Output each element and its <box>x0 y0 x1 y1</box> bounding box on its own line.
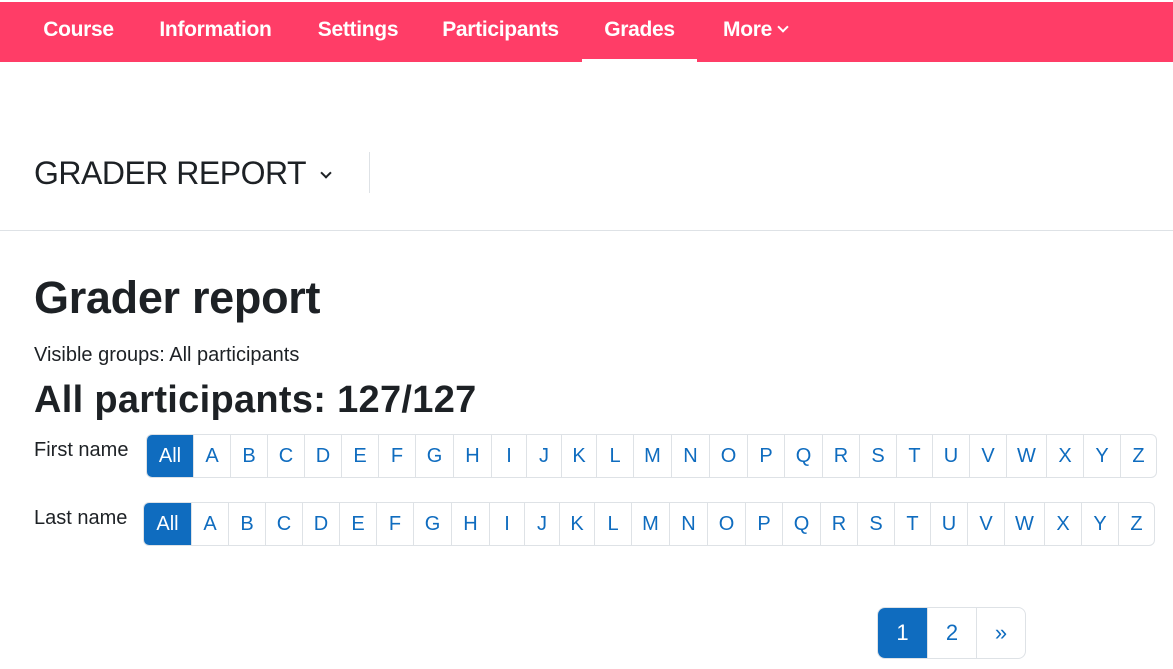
nav-item-grades[interactable]: Grades <box>582 0 697 62</box>
last-name-initial-f[interactable]: F <box>376 503 413 545</box>
last-name-initial-z[interactable]: Z <box>1118 503 1154 545</box>
last-name-initial-w[interactable]: W <box>1004 503 1044 545</box>
header-divider <box>0 230 1173 231</box>
first-name-initial-g[interactable]: G <box>415 435 453 477</box>
last-name-initial-l[interactable]: L <box>594 503 631 545</box>
page-link-1[interactable]: 1 <box>878 608 927 658</box>
first-name-initial-l[interactable]: L <box>596 435 633 477</box>
first-name-initial-o[interactable]: O <box>709 435 747 477</box>
last-name-initial-d[interactable]: D <box>302 503 339 545</box>
first-name-initial-i[interactable]: I <box>491 435 526 477</box>
first-name-initial-j[interactable]: J <box>526 435 561 477</box>
last-name-initial-m[interactable]: M <box>631 503 669 545</box>
first-name-initial-r[interactable]: R <box>822 435 859 477</box>
first-name-initial-u[interactable]: U <box>932 435 969 477</box>
first-name-initial-z[interactable]: Z <box>1120 435 1156 477</box>
last-name-initial-all[interactable]: All <box>144 503 191 545</box>
last-name-initial-c[interactable]: C <box>265 503 302 545</box>
last-name-initial-r[interactable]: R <box>820 503 857 545</box>
last-name-initial-x[interactable]: X <box>1044 503 1081 545</box>
last-name-initial-h[interactable]: H <box>451 503 489 545</box>
nav-item-course[interactable]: Course <box>34 0 123 62</box>
first-name-initial-q[interactable]: Q <box>784 435 822 477</box>
report-type-label: GRADER REPORT <box>34 155 307 191</box>
first-name-initial-b[interactable]: B <box>230 435 267 477</box>
last-name-initial-s[interactable]: S <box>857 503 894 545</box>
last-name-initial-p[interactable]: P <box>745 503 782 545</box>
first-name-initial-c[interactable]: C <box>267 435 304 477</box>
next-page-link[interactable]: » <box>976 608 1025 658</box>
nav-item-settings[interactable]: Settings <box>309 0 407 62</box>
chevron-down-icon <box>320 167 332 179</box>
first-name-initial-t[interactable]: T <box>896 435 932 477</box>
header-vertical-divider <box>369 152 370 193</box>
first-name-filter-label: First name <box>34 439 129 461</box>
first-name-initial-s[interactable]: S <box>859 435 896 477</box>
first-name-initials-bar: All A B C D E F G H I J K L M N O P Q R S T U V W X Y Z <box>146 434 1157 478</box>
visible-groups-text: Visible groups: All participants <box>34 344 300 366</box>
last-name-initial-k[interactable]: K <box>559 503 594 545</box>
first-name-initial-k[interactable]: K <box>561 435 596 477</box>
first-name-initial-v[interactable]: V <box>969 435 1006 477</box>
last-name-initial-j[interactable]: J <box>524 503 559 545</box>
last-name-initial-i[interactable]: I <box>489 503 524 545</box>
last-name-initial-q[interactable]: Q <box>782 503 820 545</box>
first-name-initial-m[interactable]: M <box>633 435 671 477</box>
last-name-initial-n[interactable]: N <box>669 503 707 545</box>
last-name-initial-u[interactable]: U <box>930 503 967 545</box>
chevron-down-icon <box>777 21 789 33</box>
last-name-initial-b[interactable]: B <box>228 503 265 545</box>
nav-item-information[interactable]: Information <box>149 0 282 62</box>
pagination: 1 2» <box>877 607 1026 659</box>
first-name-initial-n[interactable]: N <box>671 435 709 477</box>
first-name-initial-a[interactable]: A <box>193 435 230 477</box>
participants-count-heading: All participants: 127/127 <box>34 379 477 421</box>
page-title: Grader report <box>34 272 321 323</box>
first-name-initial-e[interactable]: E <box>341 435 378 477</box>
last-name-initial-v[interactable]: V <box>967 503 1004 545</box>
primary-navigation: Course Information Settings Participants… <box>0 0 1173 62</box>
last-name-initial-t[interactable]: T <box>894 503 930 545</box>
first-name-initial-w[interactable]: W <box>1006 435 1046 477</box>
last-name-initial-o[interactable]: O <box>707 503 745 545</box>
last-name-filter-label: Last name <box>34 507 128 529</box>
first-name-initial-x[interactable]: X <box>1046 435 1083 477</box>
first-name-initial-p[interactable]: P <box>747 435 784 477</box>
nav-item-participants[interactable]: Participants <box>434 0 567 62</box>
report-type-selector[interactable]: GRADER REPORT <box>34 152 332 194</box>
nav-item-more[interactable]: More <box>712 0 798 62</box>
first-name-initial-f[interactable]: F <box>378 435 415 477</box>
nav-more-label: More <box>723 18 772 41</box>
first-name-initial-all[interactable]: All <box>147 435 193 477</box>
last-name-initial-a[interactable]: A <box>191 503 228 545</box>
last-name-initial-e[interactable]: E <box>339 503 376 545</box>
last-name-initial-y[interactable]: Y <box>1081 503 1118 545</box>
first-name-initial-h[interactable]: H <box>453 435 491 477</box>
first-name-initial-y[interactable]: Y <box>1083 435 1120 477</box>
last-name-initials-bar: All A B C D E F G H I J K L M N O P Q R S T U V W X Y Z <box>143 502 1155 546</box>
last-name-initial-g[interactable]: G <box>413 503 451 545</box>
first-name-initial-d[interactable]: D <box>304 435 341 477</box>
page-link-2[interactable]: 2 <box>927 608 976 658</box>
